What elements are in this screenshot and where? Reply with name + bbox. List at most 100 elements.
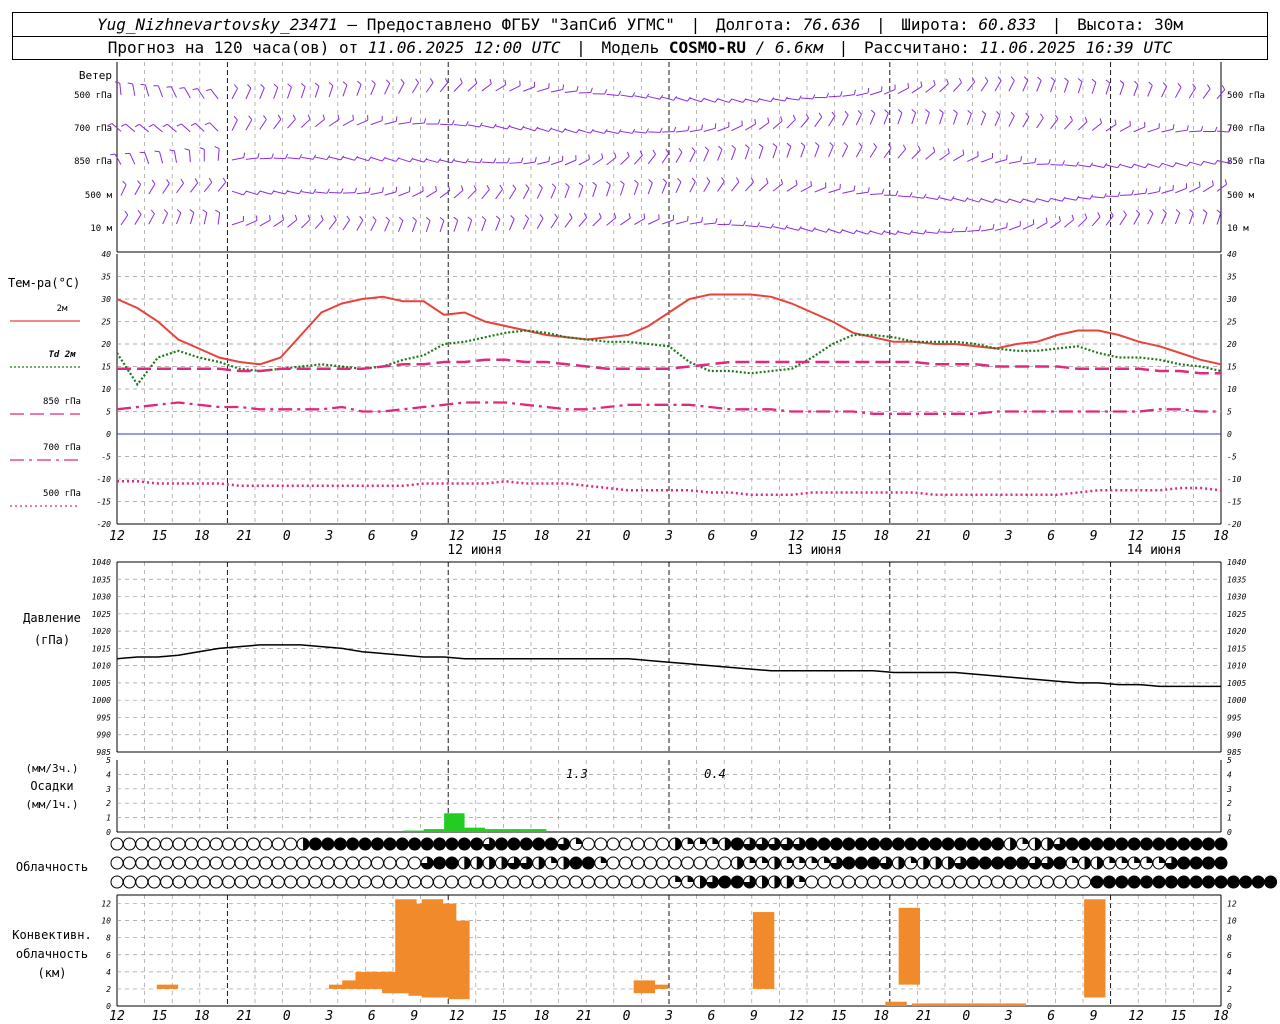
wind-barb	[953, 197, 966, 202]
wind-barb	[550, 217, 558, 229]
cloud-fill	[966, 857, 979, 869]
wind-barb	[523, 86, 535, 92]
cloud-fill	[855, 857, 868, 869]
precip-bar	[444, 813, 465, 832]
wind-barb	[132, 83, 136, 96]
temp-tick-left: 30	[100, 295, 111, 304]
cloud-circle	[346, 856, 360, 870]
day-label: 14 июня	[1127, 543, 1182, 558]
wind-barb	[231, 220, 244, 226]
time-tick-label-bottom: 15	[491, 1009, 507, 1024]
cloud-circle	[296, 856, 310, 870]
wind-barb	[675, 130, 688, 133]
temp-tick-left: -20	[97, 520, 112, 529]
wind-barb	[245, 190, 258, 196]
wind-barb-feather	[1221, 84, 1226, 90]
wind-barb-feather	[314, 82, 320, 87]
pressure-tick-left: 1015	[92, 644, 111, 653]
cloud-fill	[538, 857, 545, 869]
wind-barb	[731, 224, 744, 227]
cloud-fill	[1134, 857, 1141, 863]
wind-barb-feather	[169, 149, 175, 152]
cloud-circle	[259, 875, 273, 889]
wind-barb-feather	[565, 182, 570, 188]
wind-barb-feather	[992, 223, 995, 230]
conv-tick-right: 4	[1227, 968, 1232, 977]
wind-barb	[814, 228, 827, 233]
wind-barb	[842, 229, 854, 235]
wind-barb	[111, 123, 122, 132]
wind-barb	[1147, 163, 1160, 168]
cloud-fill	[805, 838, 818, 850]
cloud-circle	[197, 837, 211, 851]
wind-barb-feather	[281, 214, 285, 221]
cloud-circle	[606, 837, 620, 851]
wind-barb-feather	[962, 149, 965, 155]
wind-barb-feather	[1037, 76, 1042, 81]
wind-barb	[1202, 88, 1211, 99]
cloud-fill	[1128, 876, 1141, 888]
time-tick-label-bottom: 0	[623, 1009, 631, 1024]
wind-barb-feather	[1077, 78, 1083, 83]
cloud-circle	[606, 856, 620, 870]
wind-barb	[745, 98, 758, 103]
cloud-fill	[582, 857, 595, 869]
time-tick-label-bottom: 18	[873, 1009, 889, 1024]
cloud-fill	[979, 857, 992, 869]
wind-barb-feather	[205, 88, 211, 92]
wind-barb	[1078, 196, 1091, 200]
wind-barb-feather	[429, 78, 434, 83]
wind-barb	[564, 159, 577, 166]
wind-barb-feather	[1172, 124, 1175, 130]
wind-barb	[939, 112, 944, 125]
wind-barb	[467, 160, 480, 164]
wind-barb	[1092, 196, 1105, 199]
cloud-fill	[346, 838, 359, 850]
cloud-circle	[978, 875, 992, 889]
wind-barb	[1147, 127, 1160, 133]
wind-barb	[744, 147, 750, 160]
wind-barb-feather	[166, 179, 170, 184]
cloud-circle	[1016, 875, 1030, 889]
wind-barb-feather	[551, 183, 557, 188]
cloud-circle	[321, 875, 335, 889]
wind-barb	[412, 190, 424, 197]
cloud-fill	[855, 838, 868, 850]
wind-barb	[384, 83, 391, 95]
wind-barb	[440, 123, 453, 126]
wind-barb	[1161, 162, 1174, 168]
wind-barb	[675, 181, 682, 194]
conv-bar	[752, 912, 775, 989]
wind-barb	[578, 185, 584, 198]
wind-barb-feather	[148, 123, 154, 128]
cloud-circle	[160, 856, 174, 870]
time-tick-label-bottom: 18	[194, 1009, 210, 1024]
temp-legend-label: 700 гПа	[43, 443, 81, 453]
wind-barb-feather	[184, 148, 190, 151]
precip-tick-right: 4	[1227, 770, 1232, 779]
wind-barb	[1022, 80, 1029, 92]
temp-tick-right: 15	[1227, 363, 1237, 372]
wind-barb-feather	[873, 142, 877, 148]
cloud-circle	[246, 856, 260, 870]
cloud-circle	[358, 856, 372, 870]
cloud-circle	[122, 837, 136, 851]
wind-barb	[786, 97, 799, 101]
wind-barb	[786, 226, 799, 231]
cloud-fill	[1115, 876, 1128, 888]
cloud-fill	[991, 857, 1004, 869]
wind-barb	[412, 158, 424, 163]
wind-barb	[467, 219, 473, 232]
cloud-fill	[1103, 838, 1116, 850]
wind-barb-feather	[247, 84, 252, 89]
cloud-circle	[594, 837, 608, 851]
wind-barb	[564, 90, 577, 93]
wind-barb-feather	[1010, 76, 1015, 81]
cloud-circle	[160, 837, 174, 851]
wind-barb	[134, 184, 142, 196]
wind-barb	[328, 85, 334, 98]
wind-barb-feather	[907, 82, 910, 89]
cloud-fill	[1264, 876, 1277, 888]
wind-barb-feather	[978, 225, 982, 231]
wind-barb-feather	[359, 215, 364, 221]
